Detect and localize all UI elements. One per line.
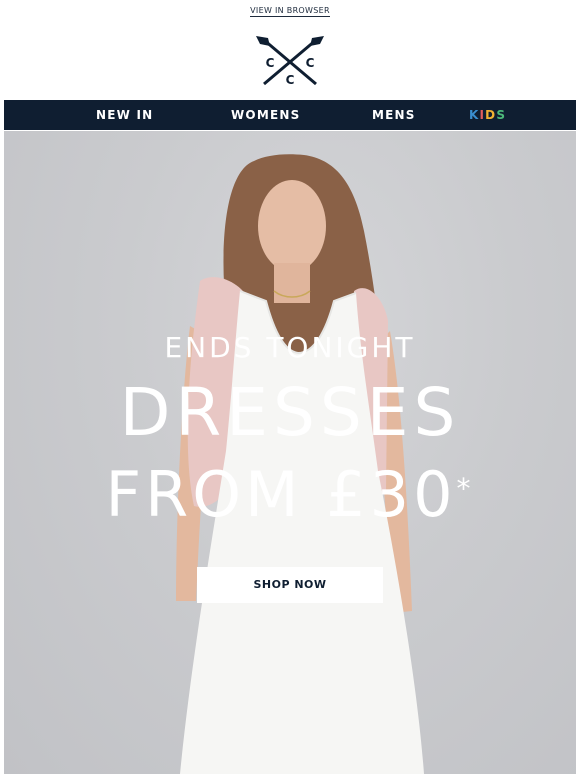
brand-logo[interactable]: C C C — [254, 34, 326, 90]
nav-item-new-in[interactable]: NEW IN — [96, 100, 153, 130]
shop-now-button[interactable]: SHOP NOW — [197, 567, 383, 603]
logo-letter-bottom: C — [286, 73, 295, 87]
main-nav-bar: NEW IN WOMENS MENS KIDS — [4, 100, 576, 130]
logo-letter-right: C — [306, 56, 315, 70]
nav-item-mens[interactable]: MENS — [372, 100, 416, 130]
nav-kids-letter: S — [496, 108, 507, 122]
hero-heading-line2: FROM £30* — [4, 455, 576, 535]
hero-heading-line1: DRESSES — [119, 374, 461, 451]
nav-kids-letter: K — [469, 108, 480, 122]
nav-kids-letter: D — [485, 108, 497, 122]
hero-heading-price: FROM £30 — [105, 458, 457, 531]
nav-item-womens[interactable]: WOMENS — [231, 100, 300, 130]
hero-subheading: ENDS TONIGHT — [164, 331, 416, 364]
logo-letter-left: C — [266, 56, 275, 70]
nav-item-kids[interactable]: KIDS — [469, 100, 506, 130]
hero-banner[interactable]: ENDS TONIGHT DRESSES FROM £30* SHOP NOW — [4, 131, 576, 774]
view-in-browser-link-wrapper: VIEW IN BROWSER — [0, 6, 580, 17]
view-in-browser-link[interactable]: VIEW IN BROWSER — [250, 6, 330, 17]
hero-heading-asterisk: * — [456, 472, 475, 505]
